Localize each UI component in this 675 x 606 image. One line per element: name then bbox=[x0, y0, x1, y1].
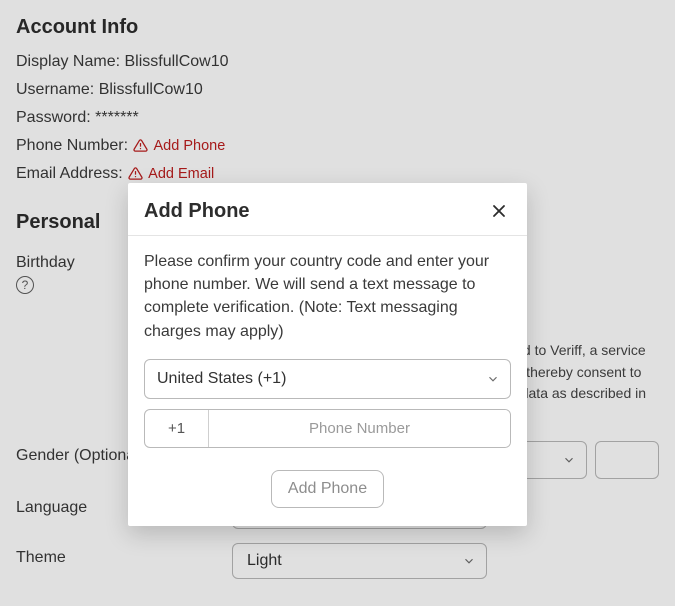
country-code-value: United States (+1) bbox=[157, 370, 286, 387]
close-icon bbox=[489, 201, 509, 221]
modal-title: Add Phone bbox=[144, 200, 250, 223]
chevron-down-icon bbox=[486, 372, 500, 386]
add-phone-submit-button[interactable]: Add Phone bbox=[271, 470, 384, 508]
add-phone-modal: Add Phone Please confirm your country co… bbox=[128, 183, 527, 526]
phone-prefix: +1 bbox=[145, 410, 209, 447]
modal-description: Please confirm your country code and ent… bbox=[144, 250, 511, 343]
close-button[interactable] bbox=[487, 199, 511, 223]
phone-number-input[interactable] bbox=[209, 410, 510, 447]
country-code-select[interactable]: United States (+1) bbox=[144, 359, 511, 399]
